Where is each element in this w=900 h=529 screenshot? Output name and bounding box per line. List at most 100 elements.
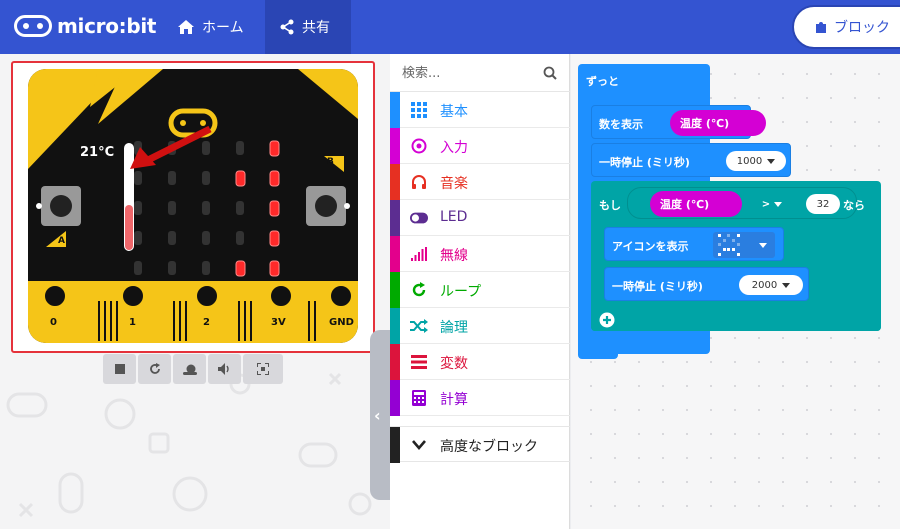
- category-music[interactable]: 音楽: [390, 164, 570, 200]
- stop-button[interactable]: [103, 354, 136, 384]
- category-basic[interactable]: 基本: [390, 92, 570, 128]
- target-icon: [410, 137, 428, 155]
- toolbox-search: [390, 54, 570, 92]
- toggle-icon: [410, 209, 428, 227]
- list-icon: [410, 353, 428, 371]
- dropdown-arrow-icon: [774, 201, 783, 207]
- pause-block-2[interactable]: 一時停止 (ミリ秒) 2000: [604, 267, 809, 301]
- loop-icon: [410, 281, 428, 299]
- category-label: 入力: [440, 140, 468, 156]
- category-label: LED: [440, 209, 468, 225]
- category-logic[interactable]: 論理: [390, 308, 570, 344]
- button-a[interactable]: [41, 186, 81, 226]
- temperature-reporter[interactable]: 温度 (℃): [670, 110, 766, 136]
- pause-duration-dropdown[interactable]: 2000: [739, 275, 803, 295]
- pin-label-gnd: GND: [329, 317, 354, 328]
- slow-mode-button[interactable]: [173, 354, 206, 384]
- pin-2[interactable]: [192, 281, 222, 311]
- operator-dropdown[interactable]: >: [752, 194, 792, 214]
- threshold-input[interactable]: 32: [806, 194, 840, 214]
- pin-gnd[interactable]: [326, 281, 356, 311]
- if-label: もし: [599, 199, 621, 212]
- share-button[interactable]: 共有: [265, 0, 351, 54]
- chevron-left-icon: ‹: [374, 406, 381, 425]
- pin-label-1: 1: [129, 317, 136, 328]
- led-icon-preview: [718, 234, 740, 256]
- pin-0[interactable]: [40, 281, 70, 311]
- share-label: 共有: [302, 20, 330, 36]
- pause-block[interactable]: 一時停止 (ミリ秒) 1000: [591, 143, 791, 177]
- grid-icon: [410, 101, 428, 119]
- category-label: 変数: [440, 356, 468, 372]
- temperature-reporter-label: 温度 (℃): [680, 117, 730, 130]
- icon-picker[interactable]: [713, 232, 775, 258]
- category-label: 基本: [440, 104, 468, 120]
- category-label: 無線: [440, 248, 468, 264]
- collapse-simulator-handle[interactable]: ‹: [370, 330, 390, 500]
- snail-icon: [182, 364, 197, 375]
- category-math[interactable]: 計算: [390, 380, 570, 416]
- blocks-workspace[interactable]: ずっと 数を表示 温度 (℃) 一時停止 (ミリ秒) 1000 もし 温度 (℃…: [571, 54, 900, 529]
- home-button[interactable]: ホーム: [163, 0, 258, 54]
- blocks-label: ブロック: [834, 20, 890, 36]
- pause-duration-dropdown[interactable]: 1000: [726, 151, 786, 171]
- dropdown-arrow-icon: [759, 243, 767, 248]
- pause-label: 一時停止 (ミリ秒): [599, 156, 690, 169]
- headphones-icon: [410, 173, 428, 191]
- simulator-toolbar: [103, 354, 283, 384]
- category-variables[interactable]: 変数: [390, 344, 570, 380]
- dropdown-arrow-icon: [782, 282, 791, 288]
- fullscreen-button[interactable]: [243, 354, 283, 384]
- show-icon-block[interactable]: アイコンを表示: [604, 227, 784, 261]
- category-radio[interactable]: 無線: [390, 236, 570, 272]
- add-else-icon[interactable]: [599, 312, 615, 328]
- show-icon-label: アイコンを表示: [612, 240, 689, 253]
- threshold-value: 32: [816, 198, 830, 210]
- restart-button[interactable]: [138, 354, 171, 384]
- pin-1[interactable]: [118, 281, 148, 311]
- calculator-icon: [410, 389, 428, 407]
- category-label: 論理: [440, 320, 468, 336]
- top-bar: micro:bit ホーム 共有 ブロック: [0, 0, 900, 54]
- category-loops[interactable]: ループ: [390, 272, 570, 308]
- advanced-label: 高度なブロック: [440, 439, 538, 455]
- comparison-temperature[interactable]: 温度 (℃): [650, 191, 742, 217]
- microbit-simulator[interactable]: 21°C A B 0 1 2 3V GND: [11, 61, 375, 353]
- home-icon: [178, 20, 194, 34]
- share-icon: [280, 19, 294, 35]
- logo-text: micro:bit: [57, 14, 157, 38]
- pin-3v[interactable]: [266, 281, 296, 311]
- microbit-logo[interactable]: micro:bit: [14, 13, 156, 39]
- category-input[interactable]: 入力: [390, 128, 570, 164]
- mute-button[interactable]: [208, 354, 241, 384]
- pause-duration-value: 1000: [736, 155, 763, 167]
- search-input[interactable]: [402, 64, 522, 82]
- microbit-board: 21°C A B 0 1 2 3V GND: [28, 69, 358, 343]
- simulator-pane: 21°C A B 0 1 2 3V GND: [0, 54, 390, 529]
- temperature-readout: 21°C: [80, 145, 115, 160]
- puzzle-icon: [816, 22, 826, 33]
- operator-value: >: [761, 198, 771, 210]
- temperature-arrow-icon: [130, 125, 212, 169]
- comparison-block[interactable]: 温度 (℃) > 32: [627, 187, 857, 219]
- category-led[interactable]: LED: [390, 200, 570, 236]
- pin-label-3v: 3V: [271, 317, 286, 328]
- show-number-block[interactable]: 数を表示 温度 (℃): [591, 105, 766, 139]
- button-a-label: A: [58, 236, 65, 246]
- pin-label-2: 2: [203, 317, 210, 328]
- category-label: ループ: [440, 284, 482, 300]
- makecode-editor: micro:bit ホーム 共有 ブロック 21°C A B 0 1 2 3V …: [0, 0, 900, 529]
- blocks-toggle-button[interactable]: ブロック: [792, 5, 900, 49]
- toolbox: 基本 入力 音楽 LED 無線 ループ: [390, 54, 570, 529]
- button-b[interactable]: [306, 186, 346, 226]
- shuffle-icon: [410, 317, 428, 335]
- pause-duration-value: 2000: [751, 279, 778, 291]
- category-advanced[interactable]: 高度なブロック: [390, 426, 570, 463]
- speaker-icon: [217, 363, 229, 375]
- button-b-label: B: [327, 157, 334, 167]
- home-label: ホーム: [202, 20, 244, 36]
- search-icon: [543, 66, 557, 80]
- forever-label: ずっと: [586, 75, 619, 88]
- microbit-logo-icon: [14, 15, 52, 37]
- pause-label: 一時停止 (ミリ秒): [612, 280, 703, 293]
